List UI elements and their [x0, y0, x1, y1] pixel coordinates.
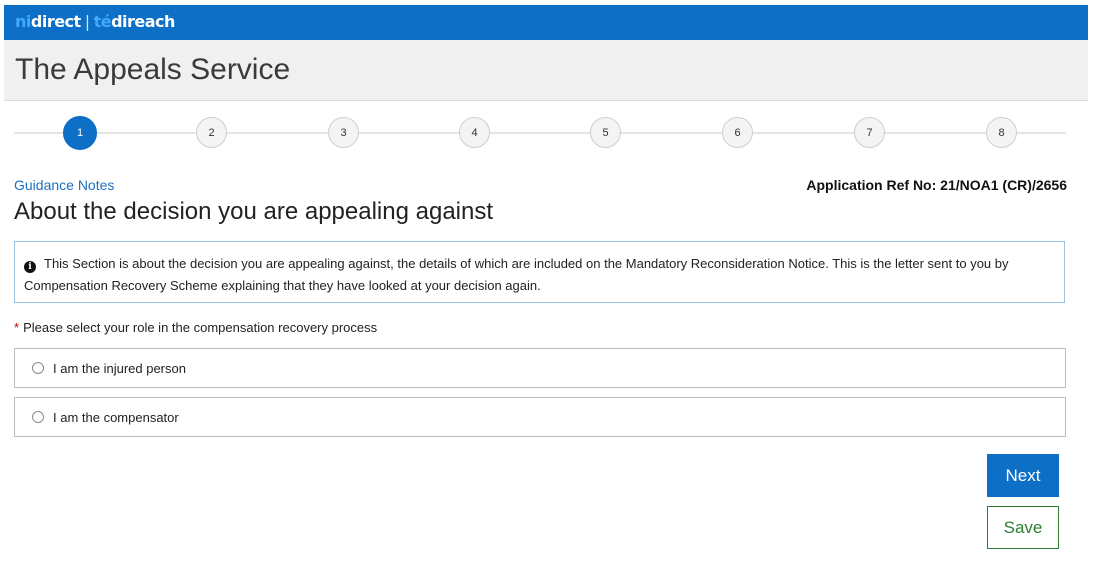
progress-stepper: 1 2 3 4 5 6 7 8	[14, 116, 1066, 150]
role-question: * Please select your role in the compensa…	[14, 320, 377, 335]
info-box: i This Section is about the decision you …	[14, 241, 1065, 303]
top-banner: nidirect | tédireach	[4, 5, 1088, 40]
guidance-notes-link[interactable]: Guidance Notes	[14, 177, 114, 193]
role-question-label: Please select your role in the compensat…	[23, 320, 378, 335]
next-button[interactable]: Next	[987, 454, 1059, 497]
info-icon: i	[24, 261, 36, 273]
info-text: This Section is about the decision you a…	[24, 256, 1009, 293]
stepper-line	[14, 132, 1066, 134]
step-8[interactable]: 8	[986, 117, 1017, 148]
logo-separator: |	[84, 11, 90, 31]
option-compensator-label[interactable]: I am the compensator	[53, 410, 179, 425]
option-injured-person[interactable]: I am the injured person	[14, 348, 1066, 388]
application-ref: Application Ref No: 21/NOA1 (CR)/2656	[806, 177, 1067, 193]
logo-nidirect: nidirect	[15, 11, 81, 31]
section-title: About the decision you are appealing aga…	[14, 198, 494, 225]
save-button[interactable]: Save	[987, 506, 1059, 549]
nidirect-logo[interactable]: nidirect | tédireach	[15, 11, 175, 31]
step-6[interactable]: 6	[722, 117, 753, 148]
radio-injured-person[interactable]	[32, 362, 44, 374]
step-2[interactable]: 2	[196, 117, 227, 148]
page-header: The Appeals Service	[4, 40, 1088, 101]
step-5[interactable]: 5	[590, 117, 621, 148]
option-compensator[interactable]: I am the compensator	[14, 397, 1066, 437]
step-1[interactable]: 1	[63, 116, 97, 150]
step-7[interactable]: 7	[854, 117, 885, 148]
required-marker: *	[14, 320, 20, 335]
logo-tedireach: tédireach	[93, 11, 176, 31]
step-3[interactable]: 3	[328, 117, 359, 148]
radio-compensator[interactable]	[32, 411, 44, 423]
page-title: The Appeals Service	[15, 53, 291, 86]
step-4[interactable]: 4	[459, 117, 490, 148]
option-injured-person-label[interactable]: I am the injured person	[53, 361, 186, 376]
